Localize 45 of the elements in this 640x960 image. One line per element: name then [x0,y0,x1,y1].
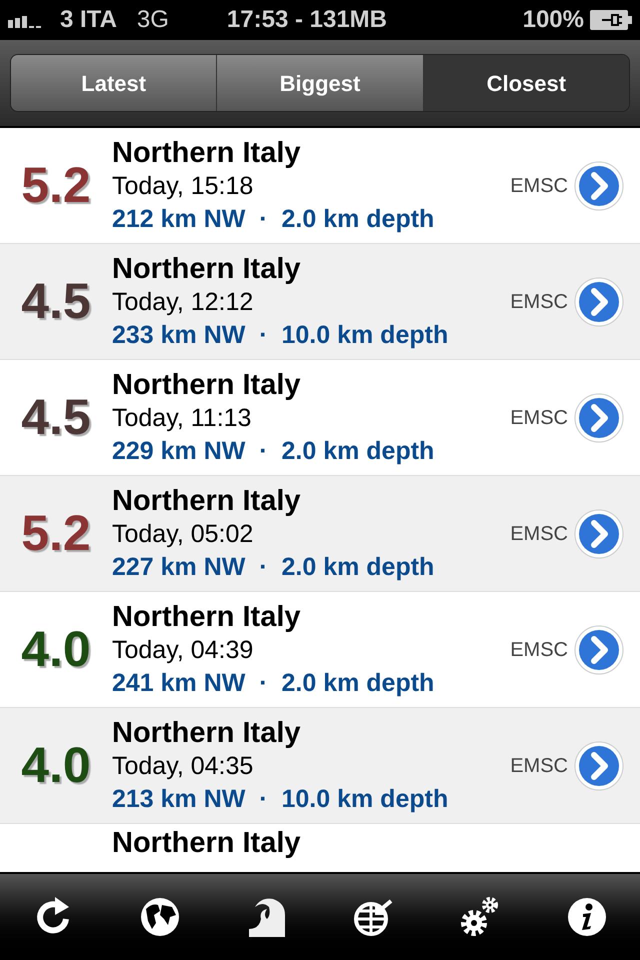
source-label: EMSC [510,406,568,430]
status-time: 17:53 - 131MB [226,5,387,35]
place-name: Northern Italy [112,368,302,402]
distance-depth: 229 km NW · 2.0 km depth [112,436,436,466]
place-name: Northern Italy [112,826,302,860]
quake-time: Today, 05:02 [112,518,254,550]
quake-time: Today, 04:35 [112,750,254,782]
distance-depth: 213 km NW · 10.0 km depth [112,784,450,814]
network-type: 3G [136,5,169,35]
place-name: Northern Italy [112,252,302,286]
quake-time: Today, 15:18 [112,170,254,202]
segment-tab[interactable]: Closest [422,55,629,111]
carrier-name: 3 ITA [60,5,117,35]
disclosure-button[interactable] [574,392,624,442]
place-name: Northern Italy [112,484,302,518]
quake-time: Today, 04:39 [112,634,254,666]
distance-depth: 212 km NW · 2.0 km depth [112,204,436,234]
disclosure-button[interactable] [574,740,624,790]
magnitude: 4.0 [21,736,91,795]
distance-depth: 227 km NW · 2.0 km depth [112,552,436,582]
segment-tab[interactable]: Latest [11,55,216,111]
source-label: EMSC [510,754,568,778]
disclosure-button[interactable] [574,160,624,210]
quake-time: Today, 11:13 [112,402,252,434]
source-label: EMSC [510,638,568,662]
magnitude: 4.5 [21,272,91,331]
place-name: Northern Italy [112,136,302,170]
magnitude: 4.0 [21,620,91,679]
disclosure-button[interactable] [574,508,624,558]
source-label: EMSC [510,174,568,198]
source-label: EMSC [510,522,568,546]
quake-time: Today, 12:12 [112,286,254,318]
magnitude: 5.2 [21,156,91,215]
disclosure-button[interactable] [574,276,624,326]
source-label: EMSC [510,290,568,314]
battery-percent: 100% [522,5,584,35]
place-name: Northern Italy [112,600,302,634]
magnitude: 5.2 [21,504,91,563]
disclosure-button[interactable] [574,624,624,674]
place-name: Northern Italy [112,716,302,750]
distance-depth: 233 km NW · 10.0 km depth [112,320,450,350]
segment-tab[interactable]: Biggest [216,55,423,111]
distance-depth: 241 km NW · 2.0 km depth [112,668,436,698]
battery-icon [590,10,632,30]
magnitude: 4.5 [21,388,91,447]
